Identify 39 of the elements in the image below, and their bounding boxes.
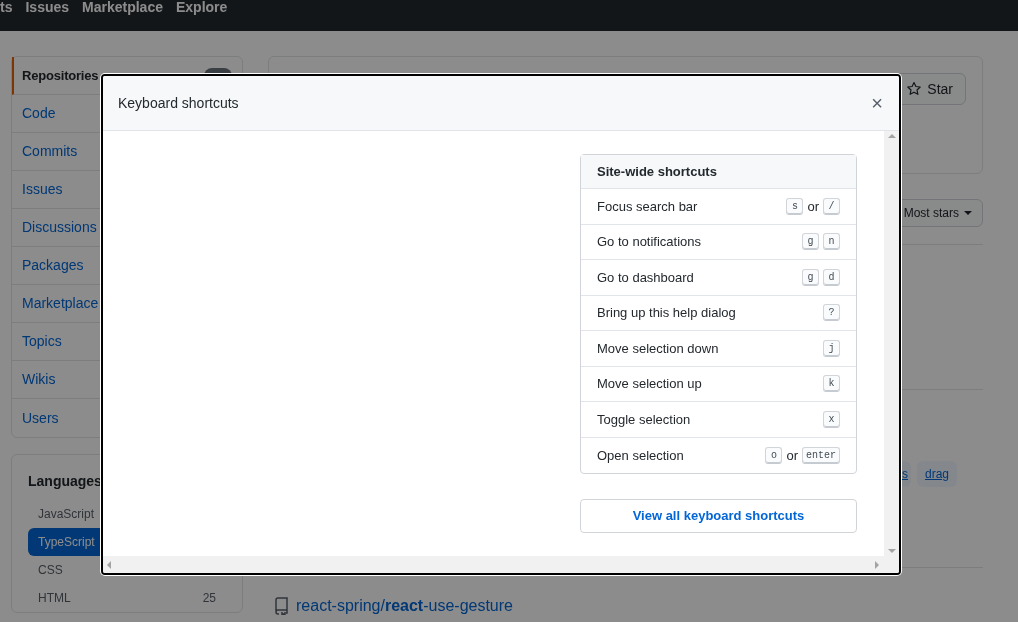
shortcut-label: Bring up this help dialog (597, 304, 736, 322)
dialog-title: Keyboard shortcuts (118, 93, 239, 113)
key-cap: x (823, 410, 840, 428)
star-icon (906, 81, 923, 97)
caret-icon (964, 211, 972, 215)
key-cap: g (802, 233, 819, 251)
repo-link[interactable]: react-spring/react-use-gesture (296, 594, 513, 618)
language-filter[interactable]: HTML 25 (28, 584, 226, 612)
shortcut-label: Go to notifications (597, 233, 702, 251)
key-cap: enter (802, 446, 840, 464)
view-all-button[interactable]: View all keyboard shortcuts (580, 499, 857, 533)
shortcut-label: Focus search bar (597, 197, 698, 216)
shortcut-label: Go to dashboard (597, 268, 694, 287)
key-cap: j (823, 339, 840, 357)
separator-text: or (786, 446, 798, 465)
topic-tag[interactable]: drag (916, 461, 957, 487)
panel-heading: Site-wide shortcuts (581, 155, 856, 189)
shortcut-label: Toggle selection (597, 410, 691, 429)
key-cap: o (765, 446, 783, 464)
key-cap: ? (823, 304, 840, 322)
nav-link[interactable]: Explore (176, 0, 228, 14)
horizontal-scrollbar[interactable] (103, 556, 899, 573)
key-cap: k (823, 375, 840, 393)
shortcut-label: Move selection up (597, 375, 702, 393)
nav-link[interactable]: Issues (25, 0, 70, 14)
key-cap: d (823, 268, 840, 286)
languages-heading: Languages (28, 472, 103, 491)
nav-link[interactable]: ts (0, 0, 13, 14)
separator-text: or (807, 197, 819, 216)
nav-link[interactable]: Marketplace (82, 0, 163, 14)
vertical-scrollbar[interactable] (884, 131, 899, 556)
shortcut-label: Open selection (597, 446, 684, 465)
key-cap: g (802, 268, 819, 286)
repo-icon (274, 597, 288, 615)
key-cap: n (823, 233, 840, 251)
shortcut-label: Move selection down (597, 339, 719, 358)
close-button[interactable]: × (867, 93, 887, 113)
key-cap: / (823, 197, 840, 215)
key-cap: s (786, 197, 804, 215)
